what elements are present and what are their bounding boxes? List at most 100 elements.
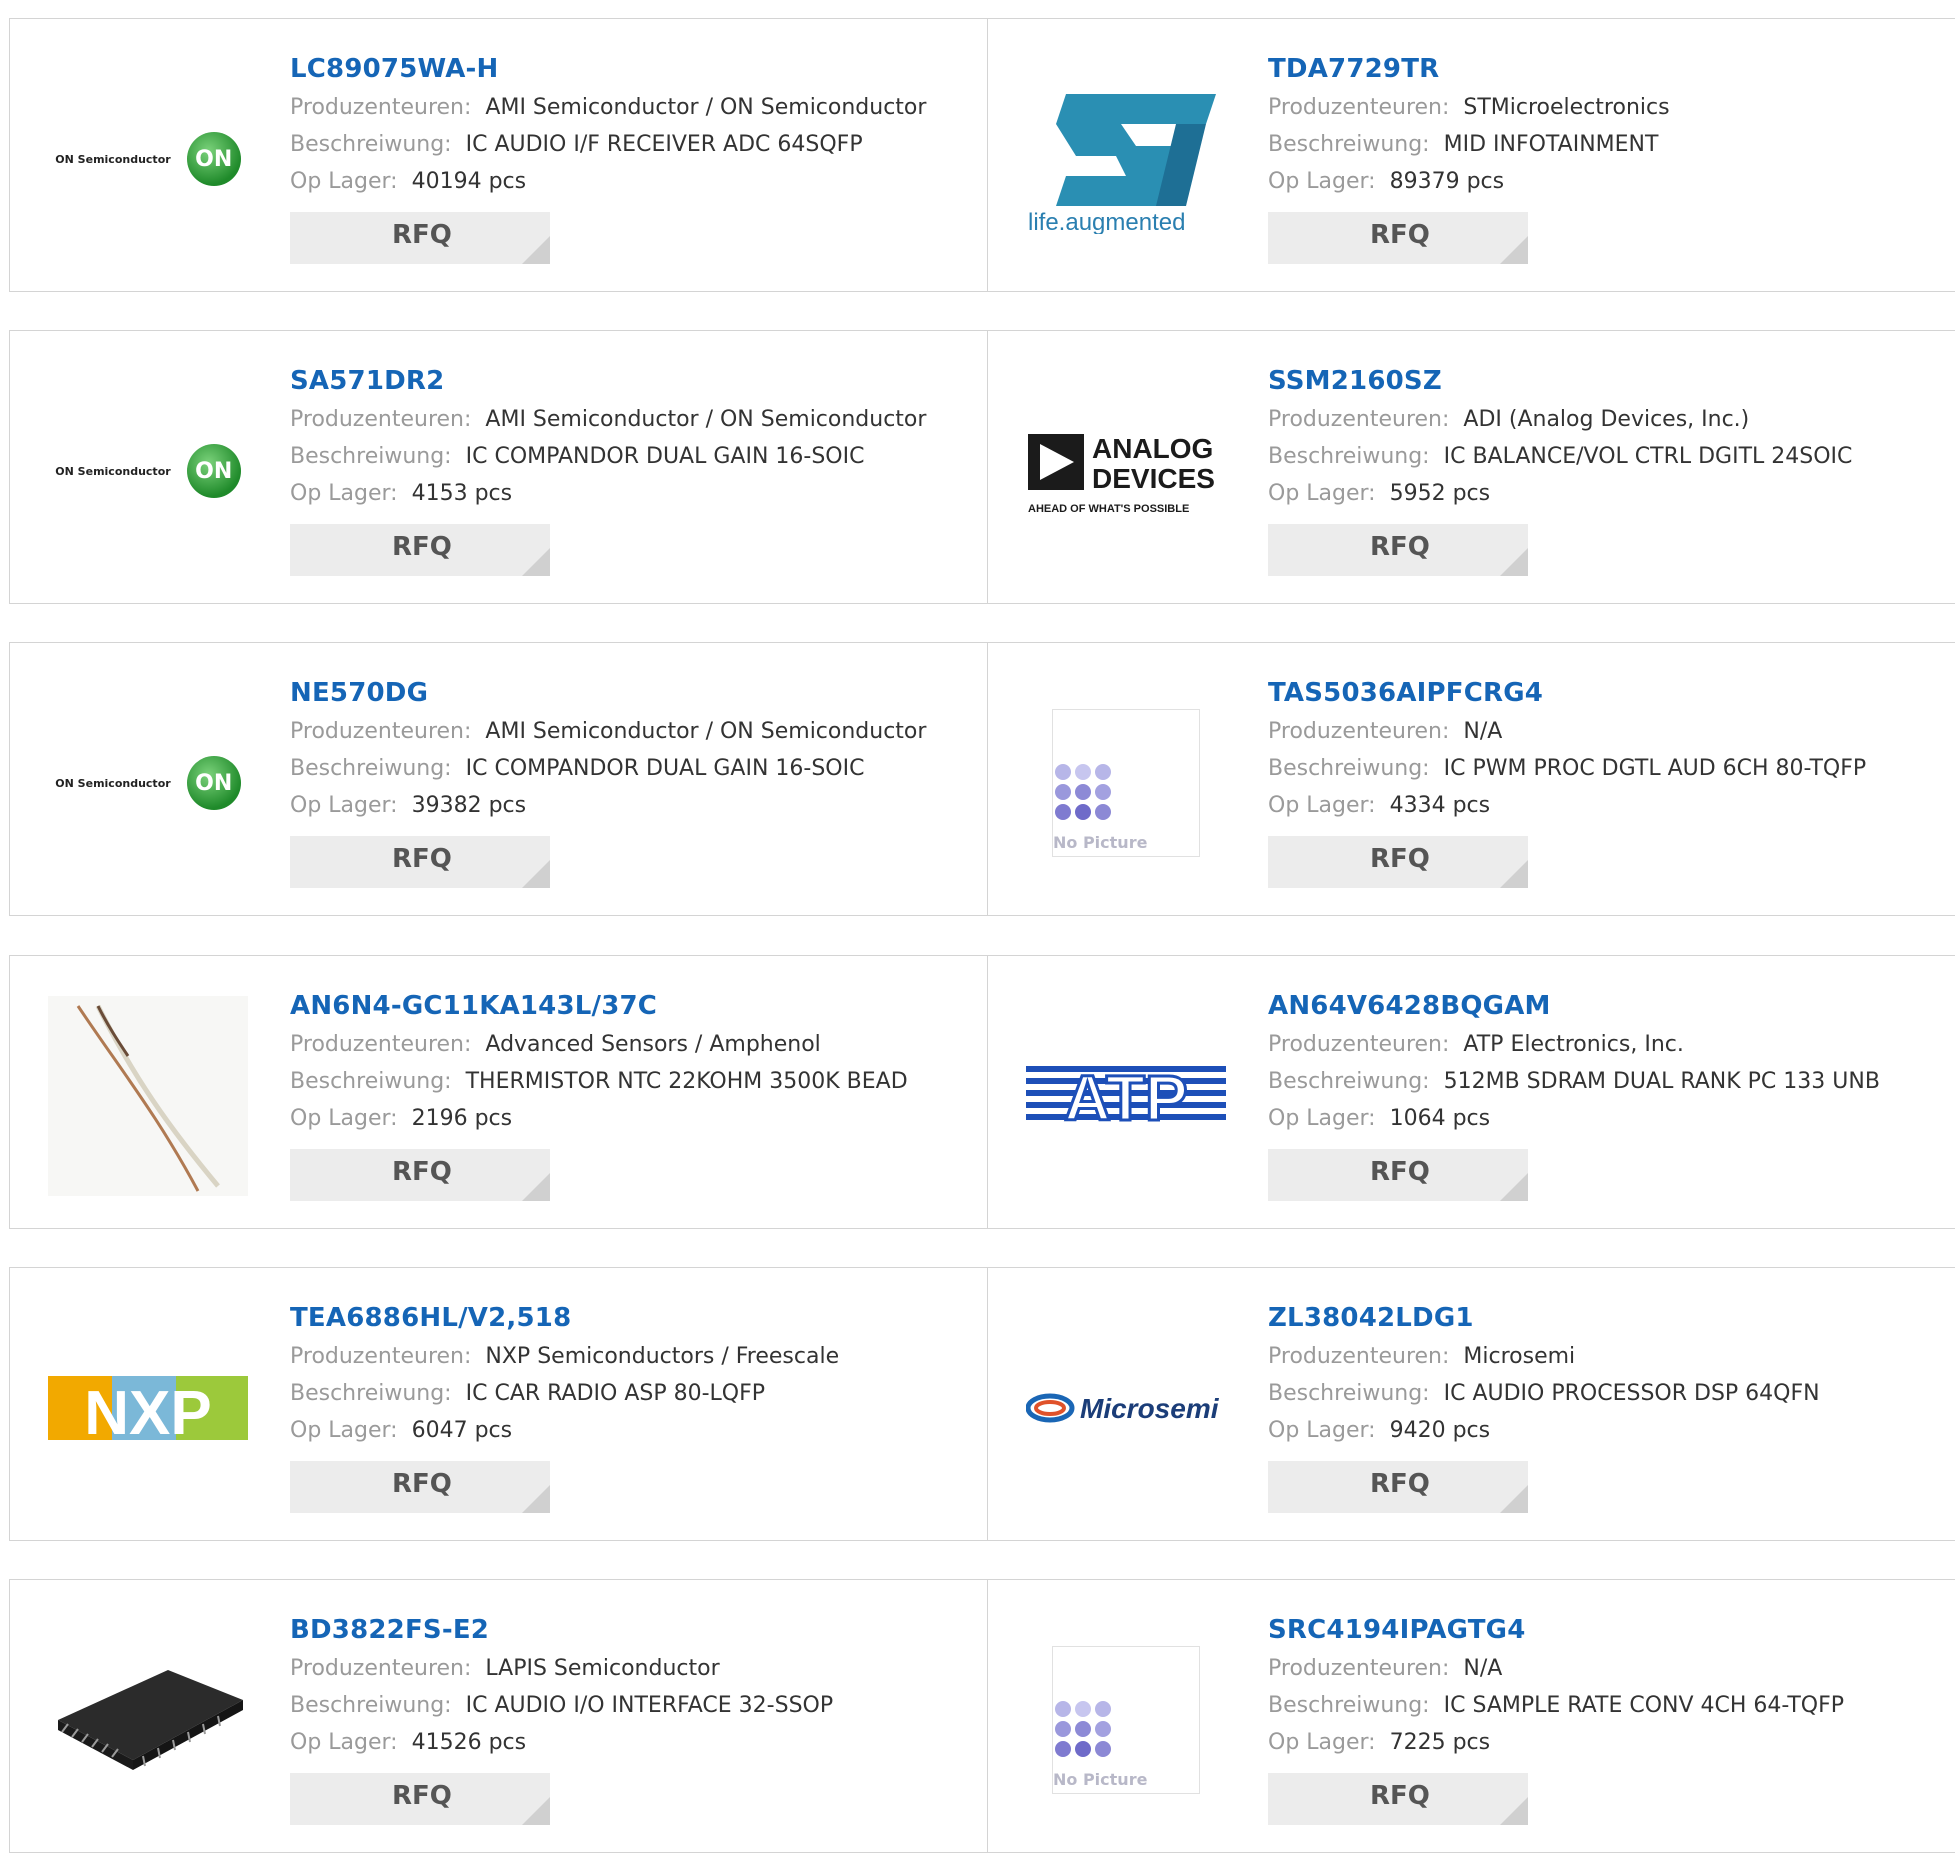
product-image[interactable]: ANALOG DEVICES AHEAD OF WHAT'S POSSIBLE <box>1026 371 1226 571</box>
description-label: Beschreiwung: <box>290 1069 452 1094</box>
product-image[interactable]: No Picture <box>1026 683 1226 883</box>
description-value: IC AUDIO I/O INTERFACE 32-SSOP <box>465 1693 834 1718</box>
product-info: AN6N4-GC11KA143L/37C Produzenteuren: Advan… <box>290 986 908 1205</box>
manufacturer-label: Produzenteuren: <box>1268 95 1450 120</box>
stock-line: Op Lager: 39382 pcs <box>290 787 926 824</box>
rfq-button[interactable]: RFQ <box>1268 1461 1528 1513</box>
part-number-link[interactable]: TEA6886HL/V2,518 <box>290 1298 839 1338</box>
description-line: Beschreiwung: IC BALANCE/VOL CTRL DGITL 2… <box>1268 438 1852 475</box>
stock-line: Op Lager: 89379 pcs <box>1268 163 1670 200</box>
product-image[interactable]: ATP <box>1026 996 1226 1196</box>
product-image[interactable] <box>48 1620 248 1820</box>
stock-label: Op Lager: <box>1268 481 1376 506</box>
rfq-button[interactable]: RFQ <box>290 212 550 264</box>
stock-line: Op Lager: 4334 pcs <box>1268 787 1866 824</box>
stock-value: 5952 pcs <box>1389 481 1491 506</box>
part-number-link[interactable]: BD3822FS-E2 <box>290 1610 833 1650</box>
product-card: ON Semiconductor ON LC89075WA-H Produzent… <box>10 19 988 291</box>
product-card: ON Semiconductor ON SA571DR2 Produzenteur… <box>10 331 988 603</box>
no-picture-placeholder: No Picture <box>1052 709 1200 857</box>
description-value: IC COMPANDOR DUAL GAIN 16-SOIC <box>465 756 865 781</box>
description-line: Beschreiwung: MID INFOTAINMENT <box>1268 126 1670 163</box>
manufacturer-value: LAPIS Semiconductor <box>485 1656 720 1681</box>
part-number-link[interactable]: SRC4194IPAGTG4 <box>1268 1610 1844 1650</box>
rfq-button[interactable]: RFQ <box>290 836 550 888</box>
part-number-link[interactable]: SA571DR2 <box>290 361 926 401</box>
description-label: Beschreiwung: <box>1268 444 1430 469</box>
part-number-link[interactable]: AN6N4-GC11KA143L/37C <box>290 986 908 1026</box>
part-number-link[interactable]: NE570DG <box>290 673 926 713</box>
rfq-button[interactable]: RFQ <box>290 1149 550 1201</box>
description-line: Beschreiwung: IC SAMPLE RATE CONV 4CH 64-… <box>1268 1687 1844 1724</box>
no-picture-caption: No Picture <box>1053 1770 1148 1789</box>
ic-chip-photo <box>58 1670 243 1770</box>
rfq-button[interactable]: RFQ <box>290 524 550 576</box>
manufacturer-label: Produzenteuren: <box>290 1656 472 1681</box>
product-image[interactable]: ON Semiconductor ON <box>48 59 248 259</box>
product-image[interactable]: life.augmented <box>1026 59 1226 259</box>
product-info: BD3822FS-E2 Produzenteuren: LAPIS Semicond… <box>290 1610 833 1829</box>
product-image[interactable]: Microsemi <box>1026 1308 1226 1508</box>
stock-line: Op Lager: 41526 pcs <box>290 1724 833 1761</box>
stock-value: 4153 pcs <box>411 481 513 506</box>
rfq-button[interactable]: RFQ <box>1268 212 1528 264</box>
manufacturer-line: Produzenteuren: N/A <box>1268 713 1866 750</box>
description-value: IC PWM PROC DGTL AUD 6CH 80-TQFP <box>1443 756 1867 781</box>
rfq-label: RFQ <box>392 532 452 562</box>
part-number-link[interactable]: ZL38042LDG1 <box>1268 1298 1820 1338</box>
on-brand-text: ON Semiconductor <box>55 776 171 790</box>
manufacturer-line: Produzenteuren: AMI Semiconductor / ON Se… <box>290 713 926 750</box>
rfq-button[interactable]: RFQ <box>1268 524 1528 576</box>
rfq-corner-decoration <box>1500 548 1528 576</box>
rfq-button[interactable]: RFQ <box>1268 1149 1528 1201</box>
manufacturer-line: Produzenteuren: ATP Electronics, Inc. <box>1268 1026 1880 1063</box>
rfq-corner-decoration <box>1500 1797 1528 1825</box>
manufacturer-label: Produzenteuren: <box>1268 1656 1450 1681</box>
manufacturer-value: STMicroelectronics <box>1463 95 1670 120</box>
product-image[interactable] <box>48 996 248 1196</box>
product-image[interactable]: NXP <box>48 1308 248 1508</box>
stock-value: 89379 pcs <box>1389 169 1505 194</box>
description-label: Beschreiwung: <box>290 1693 452 1718</box>
manufacturer-label: Produzenteuren: <box>290 95 472 120</box>
part-number-link[interactable]: SSM2160SZ <box>1268 361 1852 401</box>
product-card: BD3822FS-E2 Produzenteuren: LAPIS Semicond… <box>10 1580 988 1852</box>
description-value: IC AUDIO PROCESSOR DSP 64QFN <box>1443 1381 1820 1406</box>
part-number-link[interactable]: AN64V6428BQGAM <box>1268 986 1880 1026</box>
description-line: Beschreiwung: THERMISTOR NTC 22KOHM 3500K… <box>290 1063 908 1100</box>
product-card: ON Semiconductor ON NE570DG Produzenteure… <box>10 643 988 915</box>
rfq-button[interactable]: RFQ <box>1268 1773 1528 1825</box>
thermistor-photo <box>48 996 248 1196</box>
stock-line: Op Lager: 6047 pcs <box>290 1412 839 1449</box>
st-logo: life.augmented <box>1028 94 1216 234</box>
description-line: Beschreiwung: IC PWM PROC DGTL AUD 6CH 80… <box>1268 750 1866 787</box>
manufacturer-label: Produzenteuren: <box>1268 1032 1450 1057</box>
product-info: LC89075WA-H Produzenteuren: AMI Semiconduc… <box>290 49 926 268</box>
atp-logo: ATP <box>1026 1061 1226 1136</box>
on-semiconductor-logo: ON Semiconductor ON <box>55 444 241 498</box>
manufacturer-value: AMI Semiconductor / ON Semiconductor <box>485 407 927 432</box>
description-label: Beschreiwung: <box>290 1381 452 1406</box>
manufacturer-value: ADI (Analog Devices, Inc.) <box>1463 407 1750 432</box>
product-image[interactable]: ON Semiconductor ON <box>48 683 248 883</box>
description-value: IC AUDIO I/F RECEIVER ADC 64SQFP <box>465 132 863 157</box>
description-line: Beschreiwung: IC AUDIO PROCESSOR DSP 64QF… <box>1268 1375 1820 1412</box>
no-picture-icon <box>1055 1701 1111 1757</box>
part-number-link[interactable]: LC89075WA-H <box>290 49 926 89</box>
svg-text:DEVICES: DEVICES <box>1092 463 1215 494</box>
rfq-button[interactable]: RFQ <box>1268 836 1528 888</box>
description-line: Beschreiwung: 512MB SDRAM DUAL RANK PC 13… <box>1268 1063 1880 1100</box>
part-number-link[interactable]: TDA7729TR <box>1268 49 1670 89</box>
product-image[interactable]: No Picture <box>1026 1620 1226 1820</box>
rfq-button[interactable]: RFQ <box>290 1773 550 1825</box>
part-number-link[interactable]: TAS5036AIPFCRG4 <box>1268 673 1866 713</box>
product-image[interactable]: ON Semiconductor ON <box>48 371 248 571</box>
rfq-corner-decoration <box>1500 1173 1528 1201</box>
product-card: NXP TEA6886HL/V2,518 Produzenteuren: NXP S… <box>10 1268 988 1540</box>
product-card: Microsemi ZL38042LDG1 Produzenteuren: Micr… <box>988 1268 1955 1540</box>
stock-line: Op Lager: 4153 pcs <box>290 475 926 512</box>
on-semiconductor-logo: ON Semiconductor ON <box>55 132 241 186</box>
rfq-label: RFQ <box>1370 1781 1430 1811</box>
rfq-button[interactable]: RFQ <box>290 1461 550 1513</box>
stock-value: 6047 pcs <box>411 1418 513 1443</box>
